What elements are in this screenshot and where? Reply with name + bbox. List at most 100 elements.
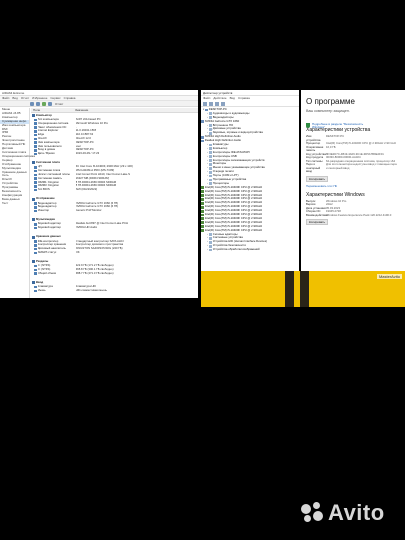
- device-icon: [209, 240, 212, 244]
- device-icon: [34, 272, 37, 275]
- cpu-icon: [201, 198, 204, 201]
- device-icon: [209, 248, 212, 252]
- device-icon: [209, 166, 212, 170]
- section-icon: [32, 281, 35, 285]
- spec-key: Перо и сенсорный ввод: [306, 162, 321, 173]
- device-icon: [34, 141, 37, 144]
- device-icon: [209, 147, 212, 151]
- device-icon: [34, 137, 37, 141]
- cpu-icon: [201, 209, 204, 213]
- device-icon: [34, 247, 37, 251]
- section-icon: [32, 218, 35, 222]
- device-icon: [34, 202, 37, 205]
- device-icon: [34, 122, 37, 125]
- device-manager-window: Диспетчер устройств Файл Действие Вид Справ…: [201, 90, 299, 271]
- devmgr-menu-item[interactable]: Файл: [203, 96, 210, 101]
- device-icon: [34, 226, 37, 230]
- aida-menu-item[interactable]: Избранное: [32, 96, 47, 100]
- device-icon: [209, 174, 212, 178]
- aida-field-label: SMART-статус: [37, 250, 57, 254]
- spec-row: Взаимодействие Windows Feature Experience…: [301, 213, 405, 218]
- copy-device-specs-button[interactable]: Копировать: [306, 175, 328, 182]
- aida-field-label: Мышь: [37, 288, 46, 292]
- aida-field-label: Общий объём: [37, 271, 56, 275]
- device-icon: [209, 178, 212, 182]
- device-icon: [209, 159, 212, 162]
- device-icon: [209, 124, 212, 127]
- avito-watermark: Avito: [300, 500, 385, 526]
- device-tree-items: › Аудиовходы и аудиовыходы › Видеоадаптеры N…: [201, 111, 299, 252]
- device-category[interactable]: › Устройства обработки изображений: [201, 247, 299, 252]
- back-icon[interactable]: [30, 101, 34, 106]
- devmgr-menu-item[interactable]: Действие: [213, 96, 226, 101]
- device-icon: [34, 177, 37, 181]
- report-icon[interactable]: [48, 101, 52, 106]
- aida-field-value: 688.7 ГБ (471.3 ГБ свободно): [75, 271, 114, 275]
- device-icon: [209, 151, 212, 155]
- copy-windows-specs-button[interactable]: Копировать: [306, 219, 328, 225]
- cpu-icon: [201, 225, 204, 229]
- aida-section-title: Хранение данных: [36, 235, 61, 239]
- aida-menu-item[interactable]: Файл: [2, 96, 9, 100]
- cpu-icon: [201, 213, 204, 217]
- security-link[interactable]: Подробнее в разделе "Безопасность Window…: [312, 122, 372, 130]
- aida-field-label: Дата / Время: [37, 152, 55, 156]
- aida-menu-item[interactable]: Справка: [64, 96, 76, 100]
- aida-section-title: Системная плата: [36, 161, 60, 165]
- device-icon: [34, 118, 37, 122]
- aida-field-value: HID-совместимая мышь: [75, 288, 107, 292]
- aida-menu-item[interactable]: Отчёт: [21, 96, 29, 100]
- aida-field-value: OK: [75, 250, 80, 254]
- cpu-icon: [201, 190, 204, 194]
- device-tree: ▾ DESKTOP-PC › Аудиовходы и аудиовыходы › В…: [201, 107, 299, 252]
- cpu-icon: [201, 194, 204, 197]
- devmgr-menu-item[interactable]: Справка: [238, 96, 250, 101]
- device-icon: [34, 285, 37, 289]
- aida-menu-item[interactable]: Вид: [12, 96, 17, 100]
- device-icon: [34, 173, 37, 177]
- back-icon[interactable]: [203, 101, 207, 106]
- aida-tree-item[interactable]: Тест: [0, 201, 29, 206]
- aida-summary-panel: Поле Значение Компьютер Тип компьютера ACP…: [31, 108, 198, 298]
- cpu-icon: [201, 217, 204, 221]
- device-icon: [209, 244, 212, 248]
- about-window: О программе Ваш компьютер защищен. Подро…: [301, 90, 405, 300]
- report-button[interactable]: Отчёт: [55, 102, 63, 106]
- device-icon: [209, 170, 212, 174]
- device-icon: [209, 155, 212, 159]
- device-icon: [34, 169, 37, 173]
- device-icon: [34, 129, 37, 133]
- forward-icon[interactable]: [36, 101, 40, 106]
- device-icon: [34, 126, 37, 129]
- dark-bar: [285, 271, 294, 307]
- aida-menu-item[interactable]: Сервис: [50, 96, 60, 100]
- aida-rows: Компьютер Тип компьютера ACPI x64-based PC…: [31, 113, 198, 298]
- device-icon: [34, 289, 37, 293]
- spec-value: Для этого монитора недоступен ввод с пом…: [326, 162, 397, 170]
- device-icon: [34, 209, 37, 213]
- properties-icon[interactable]: [215, 101, 219, 106]
- device-icon: [201, 139, 204, 143]
- forward-icon[interactable]: [209, 101, 213, 106]
- spec-row: Перо и сенсорный ввод Для этого монитора …: [301, 162, 405, 174]
- device-icon: [34, 264, 37, 268]
- column-value[interactable]: Значение: [75, 108, 88, 112]
- refresh-icon[interactable]: [42, 101, 46, 106]
- devmgr-menu-item[interactable]: Вид: [230, 96, 235, 101]
- aida-window: AIDA64 Extreme Файл Вид Отчёт Избранное Серв…: [0, 90, 198, 298]
- scan-hardware-icon[interactable]: [221, 101, 225, 106]
- aida-field-value: KINGSTON SA400S37240G (240 ГБ): [75, 247, 123, 251]
- aida-field-value: AMI (04/22/2022): [75, 188, 98, 192]
- column-field[interactable]: Поле: [31, 108, 75, 112]
- section-icon: [32, 197, 35, 201]
- shield-icon: [306, 123, 310, 128]
- device-icon: [34, 223, 37, 226]
- aida-section-title: Мультимедиа: [36, 218, 55, 222]
- device-icon: [209, 236, 212, 240]
- device-icon: [201, 135, 204, 139]
- device-icon: [34, 251, 37, 255]
- device-icon: [34, 166, 37, 169]
- aida-toolbar: Отчёт: [0, 101, 198, 107]
- cpu-icon: [201, 186, 204, 190]
- brand-label: MasterAvito: [376, 274, 402, 279]
